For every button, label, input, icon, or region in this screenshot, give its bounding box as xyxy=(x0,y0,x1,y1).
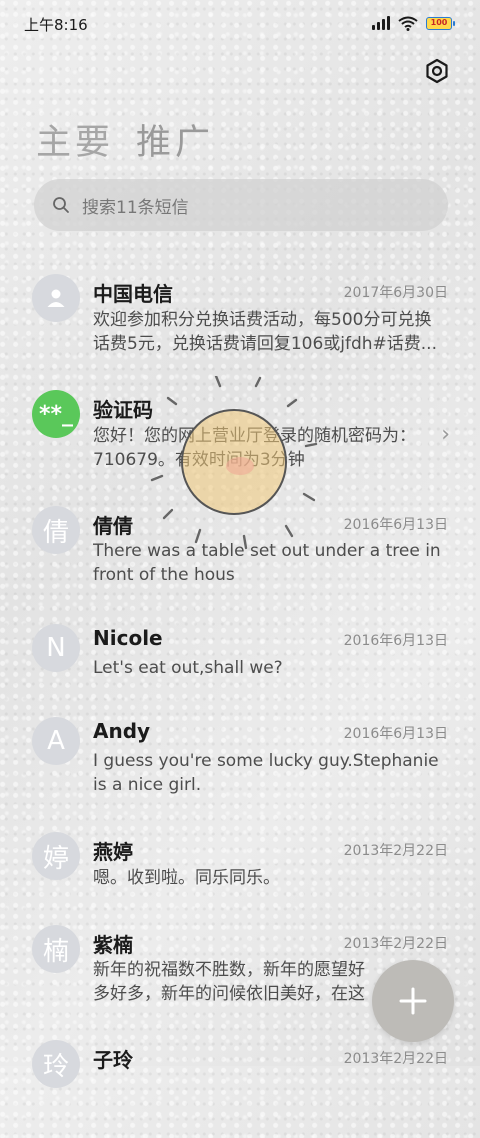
tab-promotions[interactable]: 推广 xyxy=(136,114,214,165)
message-preview: 嗯。收到啦。同乐同乐。 xyxy=(93,868,280,888)
message-preview: Let's eat out,shall we? xyxy=(93,658,283,678)
sender-name: Andy xyxy=(93,719,151,743)
plus-icon xyxy=(399,987,427,1015)
compose-button[interactable] xyxy=(372,960,454,1042)
conversation-item[interactable]: 倩 倩倩 2016年6月13日 There was a table set ou… xyxy=(0,504,480,604)
conversation-item[interactable]: A Andy 2016年6月13日 I guess you're some lu… xyxy=(0,713,480,813)
status-bar: 上午8:16 100 xyxy=(0,0,480,46)
battery-icon: 100 xyxy=(426,16,455,30)
search-icon xyxy=(53,197,69,213)
conversation-item[interactable]: 玲 子玲 2013年2月22日 xyxy=(0,1038,480,1138)
sender-name: Nicole xyxy=(93,626,163,650)
tab-primary[interactable]: 主要 xyxy=(36,114,114,165)
avatar: 婷 xyxy=(32,832,80,880)
message-date: 2016年6月13日 xyxy=(343,633,448,649)
message-date: 2013年2月22日 xyxy=(343,843,448,859)
person-icon xyxy=(47,289,65,307)
tab-bar: 主要 推广 xyxy=(36,114,214,165)
conversation-item[interactable]: 婷 燕婷 2013年2月22日 嗯。收到啦。同乐同乐。 xyxy=(0,830,480,930)
sender-name: 紫楠 xyxy=(93,933,133,957)
sender-name: 验证码 xyxy=(93,398,153,422)
conversation-item[interactable]: N Nicole 2016年6月13日 Let's eat out,shall … xyxy=(0,620,480,720)
avatar: 楠 xyxy=(32,925,80,973)
message-date: 2017年6月30日 xyxy=(343,285,448,301)
message-preview: 欢迎参加积分兑换话费活动，每500分可兑换话费5元，兑换话费请回复106或jfd… xyxy=(93,310,437,354)
search-bar[interactable]: 搜索11条短信 xyxy=(34,179,448,231)
avatar: A xyxy=(32,717,80,765)
message-preview: There was a table set out under a tree i… xyxy=(93,541,441,585)
sender-name: 燕婷 xyxy=(93,840,133,864)
message-preview: 您好！您的网上营业厅登录的随机密码为：710679。有效时间为3分钟 xyxy=(93,426,416,470)
conversation-item[interactable]: 中国电信 2017年6月30日 欢迎参加积分兑换话费活动，每500分可兑换话费5… xyxy=(0,270,480,370)
sender-name: 子玲 xyxy=(93,1048,133,1072)
sender-name: 倩倩 xyxy=(93,514,133,538)
avatar xyxy=(32,274,80,322)
message-date: 2013年2月22日 xyxy=(343,1051,448,1067)
message-preview: I guess you're some lucky guy.Stephanie … xyxy=(93,751,439,795)
avatar: N xyxy=(32,624,80,672)
message-preview: 新年的祝福数不胜数，新年的愿望好多好多，新年的问候依旧美好，在这个温馨的 xyxy=(93,960,365,1004)
wifi-icon xyxy=(398,16,418,31)
avatar: 倩 xyxy=(32,506,80,554)
message-date: 2016年6月13日 xyxy=(343,517,448,533)
battery-level: 100 xyxy=(430,18,448,27)
avatar: **_ xyxy=(32,390,80,438)
settings-icon xyxy=(426,58,448,84)
settings-button[interactable] xyxy=(424,58,450,84)
message-date: 2013年2月22日 xyxy=(343,936,448,952)
avatar: 玲 xyxy=(32,1040,80,1088)
message-date: 2016年6月13日 xyxy=(343,726,448,742)
conversation-item[interactable]: **_ 验证码 › 您好！您的网上营业厅登录的随机密码为：710679。有效时间… xyxy=(0,388,480,488)
signal-icon xyxy=(372,16,390,30)
search-placeholder: 搜索11条短信 xyxy=(82,197,189,218)
status-icons: 100 xyxy=(372,14,455,32)
status-time: 上午8:16 xyxy=(24,16,88,34)
sender-name: 中国电信 xyxy=(93,282,173,306)
